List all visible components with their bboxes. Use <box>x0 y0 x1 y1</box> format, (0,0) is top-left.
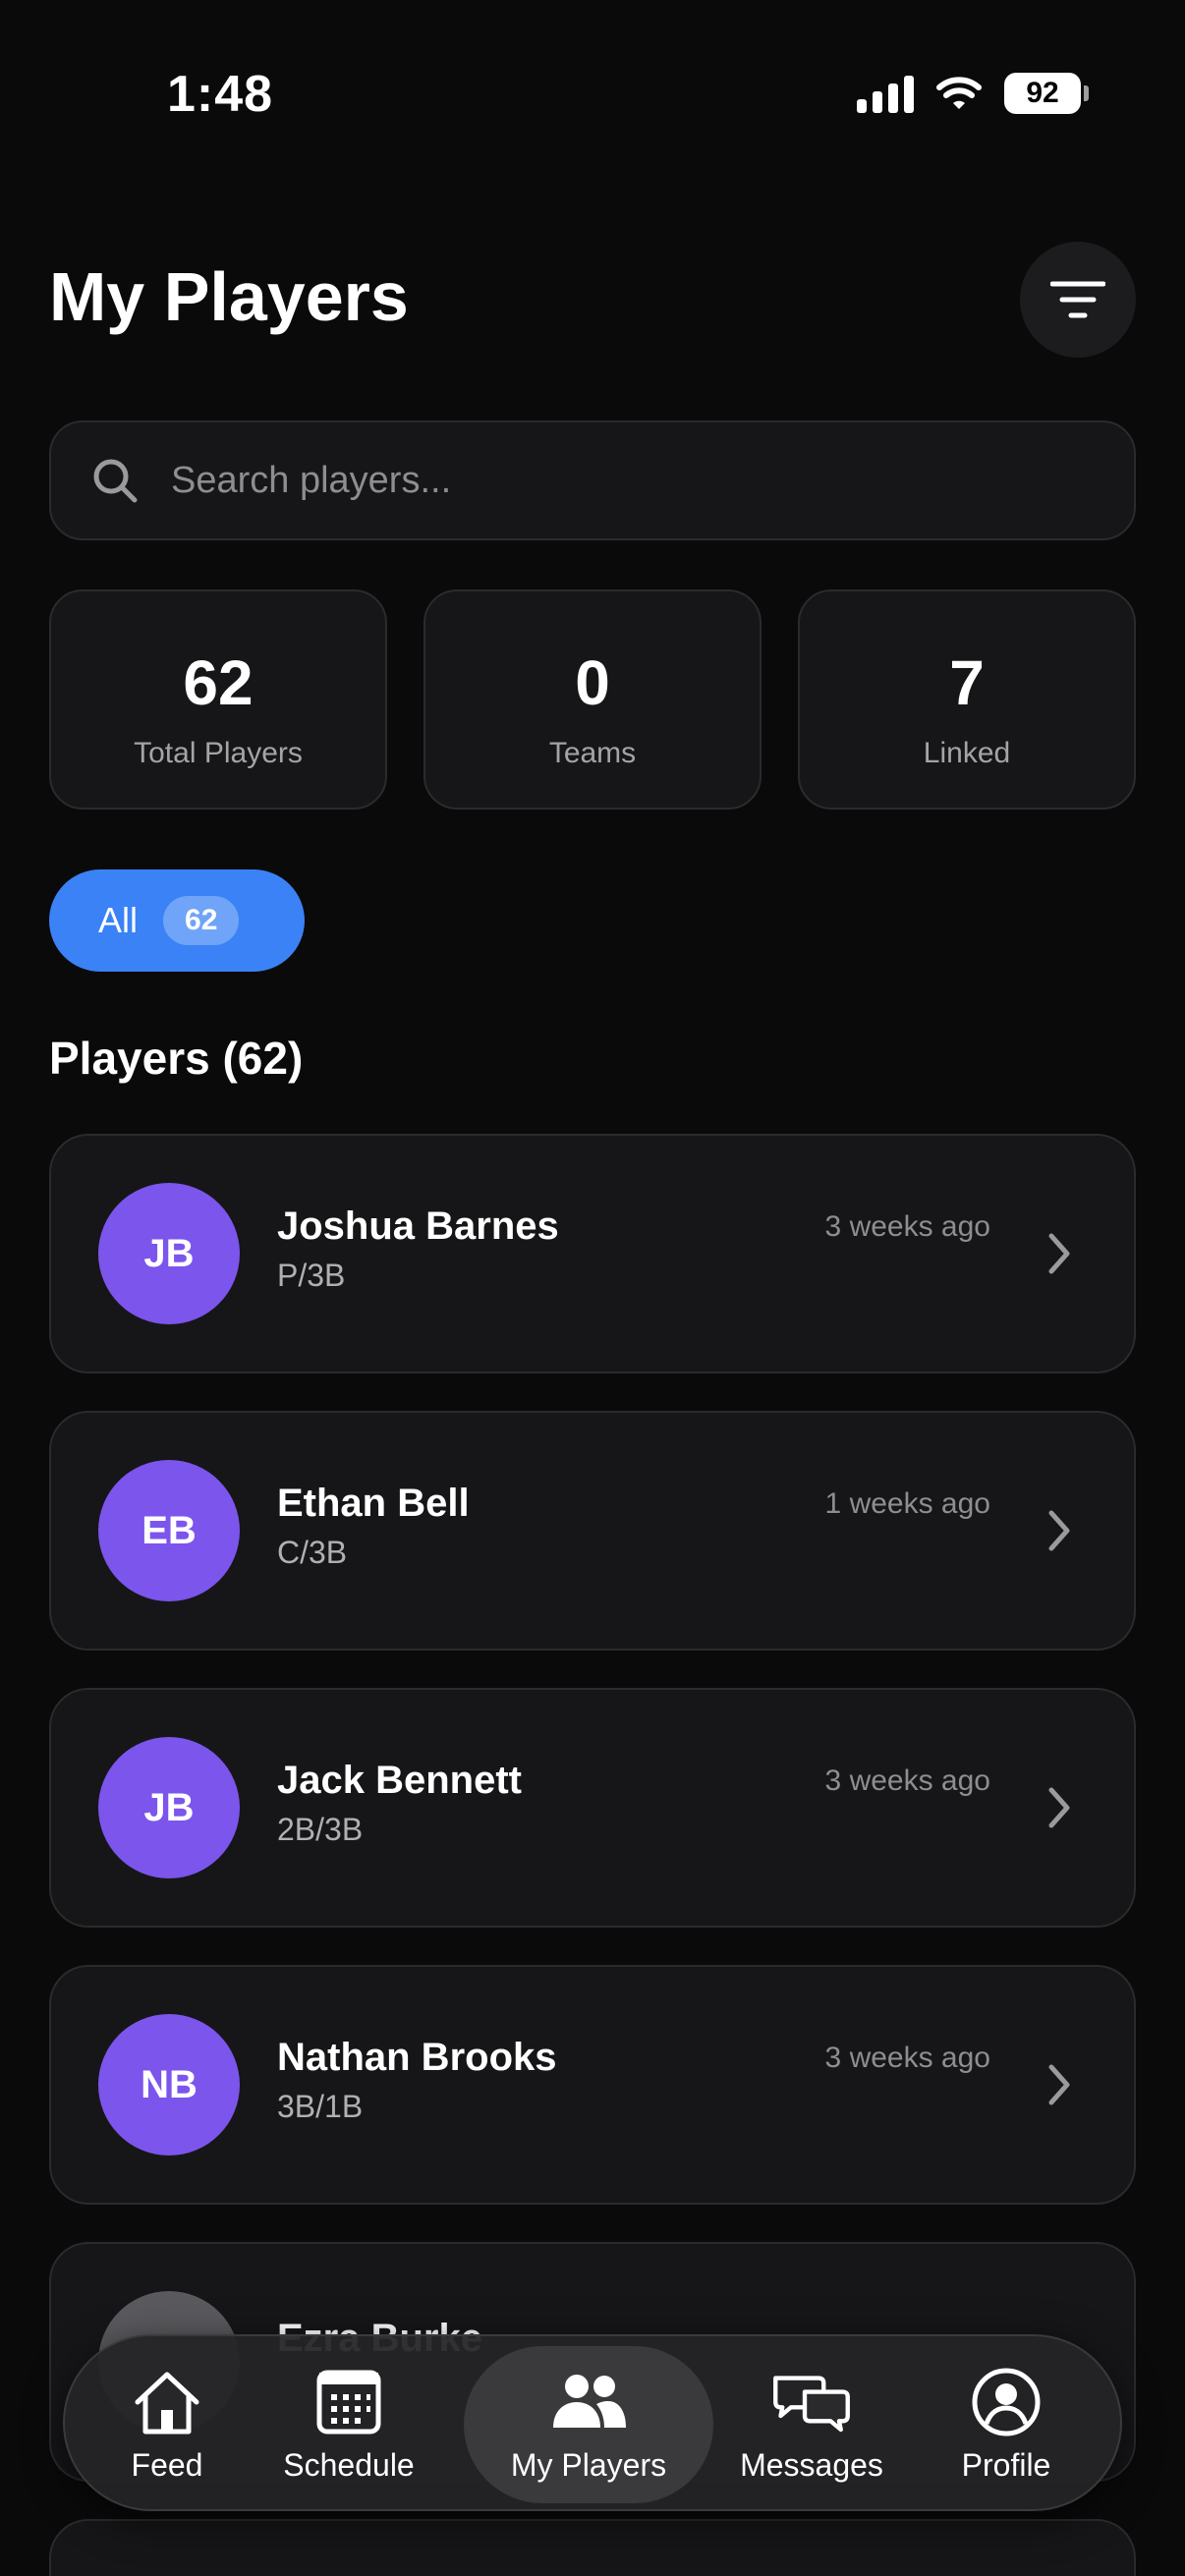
chip-label: All <box>98 900 139 940</box>
tab-schedule[interactable]: Schedule <box>261 2346 436 2503</box>
tab-my-players[interactable]: My Players <box>464 2346 713 2503</box>
status-icons: 92 <box>857 73 1089 114</box>
stat-value: 62 <box>183 647 254 718</box>
filter-icon <box>1050 281 1105 318</box>
player-name: Joshua Barnes <box>277 1204 559 1248</box>
player-last-active: 3 weeks ago <box>824 1210 990 1243</box>
player-last-active: 3 weeks ago <box>824 1764 990 1797</box>
chevron-right-icon <box>1048 1787 1070 1828</box>
stat-total-players: 62 Total Players <box>49 589 387 810</box>
tab-label: Profile <box>961 2446 1051 2483</box>
player-position: C/3B <box>277 1535 348 1570</box>
avatar: NB <box>98 2014 240 2156</box>
status-time: 1:48 <box>167 66 274 123</box>
player-last-active: 1 weeks ago <box>824 1487 990 1520</box>
player-position: P/3B <box>277 1258 346 1293</box>
tab-label: Messages <box>740 2446 883 2483</box>
tab-label: Feed <box>131 2446 203 2483</box>
stat-value: 0 <box>575 647 610 718</box>
stat-label: Linked <box>923 737 1011 769</box>
search-input[interactable] <box>171 459 1055 502</box>
tab-profile[interactable]: Profile <box>918 2346 1095 2503</box>
player-name: Nathan Brooks <box>277 2036 557 2079</box>
section-title: Players (62) <box>49 1033 304 1084</box>
avatar: EB <box>98 1460 240 1601</box>
tab-label: My Players <box>510 2446 667 2483</box>
filter-chip-all[interactable]: All 62 <box>49 869 305 972</box>
stat-label: Total Players <box>134 737 303 769</box>
player-name: Ethan Bell <box>277 1482 470 1525</box>
chevron-right-icon <box>1048 1510 1070 1551</box>
player-name: Jack Bennett <box>277 1759 522 1802</box>
search-bar[interactable] <box>49 420 1136 540</box>
search-icon <box>93 459 138 503</box>
tab-messages[interactable]: Messages <box>713 2346 910 2503</box>
player-card[interactable]: JB Jack Bennett 2B/3B 3 weeks ago <box>49 1688 1136 1928</box>
profile-circle-icon <box>972 2368 1041 2436</box>
page-title: My Players <box>49 258 409 335</box>
tab-feed[interactable]: Feed <box>81 2346 254 2503</box>
chevron-right-icon <box>1048 2064 1070 2105</box>
stat-linked: 7 Linked <box>798 589 1136 810</box>
player-last-active: 3 weeks ago <box>824 2042 990 2074</box>
player-card[interactable] <box>49 2519 1136 2576</box>
tab-label: Schedule <box>283 2446 415 2483</box>
screen: 1:48 92 My Players 62 Total Players <box>0 0 1185 2576</box>
avatar: JB <box>98 1737 240 1878</box>
cellular-signal-icon <box>857 74 914 113</box>
stat-value: 7 <box>949 647 985 718</box>
stat-teams: 0 Teams <box>423 589 762 810</box>
stat-label: Teams <box>548 737 637 769</box>
tab-bar: Feed Schedule My Players Messages Profil… <box>63 2334 1122 2511</box>
avatar: JB <box>98 1183 240 1324</box>
player-position: 3B/1B <box>277 2089 364 2124</box>
people-icon <box>553 2374 626 2428</box>
chat-bubbles-icon <box>773 2375 850 2432</box>
home-icon <box>135 2372 199 2434</box>
chevron-right-icon <box>1048 1233 1070 1274</box>
player-card[interactable]: NB Nathan Brooks 3B/1B 3 weeks ago <box>49 1965 1136 2205</box>
filter-button[interactable] <box>1020 242 1136 358</box>
battery-indicator: 92 <box>1004 73 1089 114</box>
calendar-icon <box>316 2370 381 2434</box>
player-position: 2B/3B <box>277 1812 364 1847</box>
wifi-icon <box>936 77 982 109</box>
player-card[interactable]: JB Joshua Barnes P/3B 3 weeks ago <box>49 1134 1136 1373</box>
player-card[interactable]: EB Ethan Bell C/3B 1 weeks ago <box>49 1411 1136 1651</box>
chip-count-badge: 62 <box>163 896 240 945</box>
